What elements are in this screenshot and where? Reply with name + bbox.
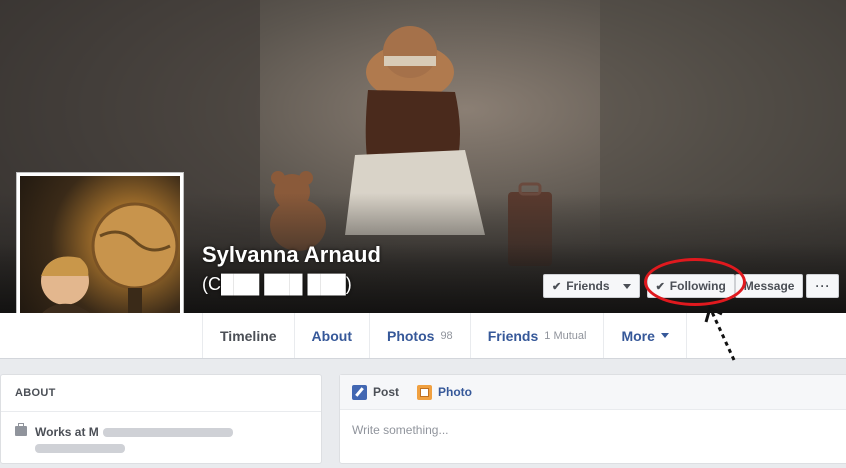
check-icon: ✔ [552, 280, 562, 293]
tab-photos-label: Photos [386, 327, 435, 344]
check-icon: ✔ [655, 280, 665, 293]
about-work-text: Works at M [35, 424, 233, 456]
tab-more-label: More [621, 327, 655, 344]
about-work-prefix: Works at M [35, 425, 99, 439]
composer-tab-photo[interactable]: Photo [417, 384, 473, 400]
composer-tab-photo-label: Photo [438, 385, 473, 399]
chevron-down-icon [622, 283, 631, 289]
chevron-down-icon [660, 333, 669, 338]
tab-about[interactable]: About [293, 313, 369, 358]
composer-tab-post[interactable]: Post [352, 384, 400, 400]
friends-button[interactable]: ✔ Friends [543, 274, 640, 298]
profile-actions: ✔ Friends ✔ Following Message ··· [543, 274, 840, 298]
tab-photos-count: 98 [440, 329, 453, 342]
more-options-icon: ··· [815, 279, 831, 293]
about-card: ABOUT Works at M [0, 374, 322, 464]
pencil-icon [352, 384, 367, 400]
profile-navbar: Timeline About Photos 98 Friends 1 Mutua… [0, 313, 846, 359]
tab-about-label: About [311, 327, 352, 344]
composer-input[interactable]: Write something... [340, 410, 846, 450]
message-button[interactable]: Message [734, 274, 804, 298]
following-button-label: Following [669, 279, 726, 293]
profile-alternate-name: (C███ ███ ███) [202, 274, 352, 294]
composer-tabs: Post Photo [340, 375, 846, 410]
composer-tab-post-label: Post [373, 385, 400, 399]
about-title: ABOUT [1, 375, 321, 412]
briefcase-icon [15, 423, 27, 436]
post-composer: Post Photo Write something... [339, 374, 846, 464]
tab-timeline-label: Timeline [220, 327, 277, 344]
following-button[interactable]: ✔ Following [646, 274, 735, 298]
tab-timeline[interactable]: Timeline [202, 313, 294, 358]
tab-friends[interactable]: Friends 1 Mutual [469, 313, 604, 358]
redacted-text [35, 444, 125, 454]
tab-more[interactable]: More [603, 313, 687, 358]
tab-friends-label: Friends [487, 327, 539, 344]
profile-picture-illustration [30, 202, 179, 336]
message-button-label: Message [743, 279, 795, 293]
friends-button-label: Friends [566, 279, 610, 293]
profile-tabs: Timeline About Photos 98 Friends 1 Mutua… [202, 313, 687, 358]
tab-photos[interactable]: Photos 98 [368, 313, 470, 358]
photo-icon [417, 384, 433, 400]
redacted-text [102, 428, 233, 438]
profile-name[interactable]: Sylvanna Arnaud [202, 242, 381, 268]
tab-friends-count: 1 Mutual [544, 329, 587, 342]
more-options-button[interactable]: ··· [806, 274, 840, 298]
